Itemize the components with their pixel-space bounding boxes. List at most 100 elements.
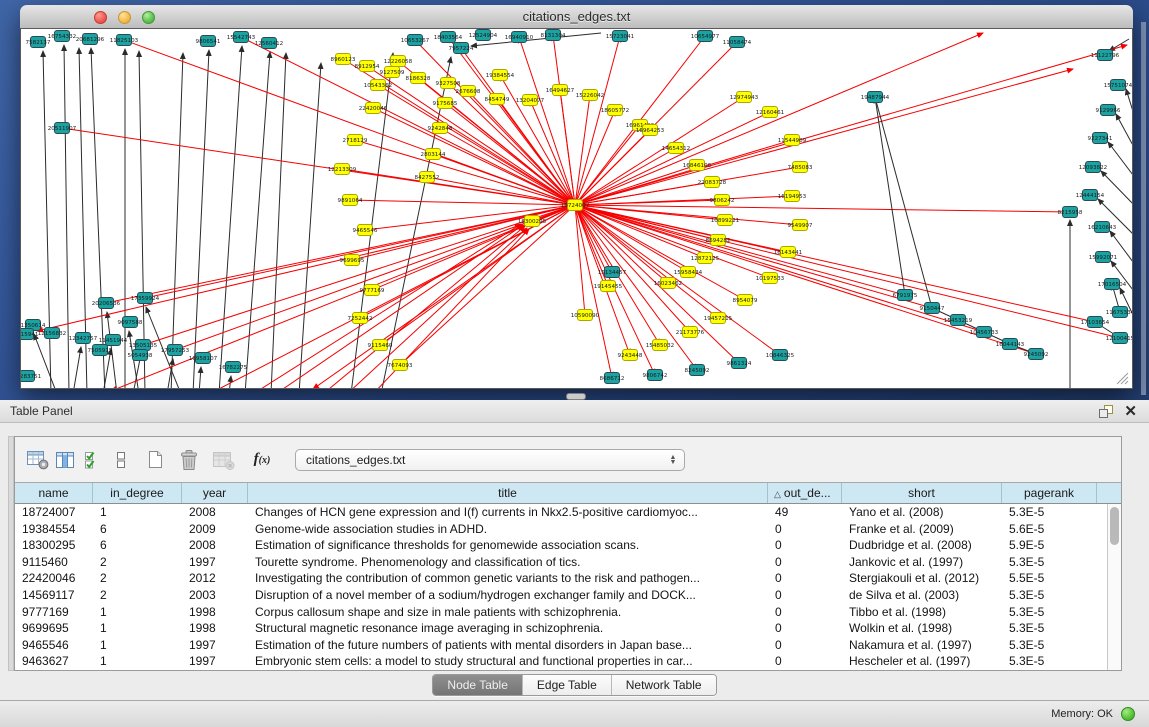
table-cell[interactable]: 9463627	[15, 653, 93, 670]
table-cell[interactable]: 9777169	[15, 604, 93, 621]
graph-node[interactable]: 2676608	[456, 86, 481, 97]
table-cell[interactable]: 18300295	[15, 537, 93, 554]
graph-node[interactable]: 8186328	[406, 73, 431, 84]
table-cell[interactable]: 2012	[182, 570, 248, 587]
graph-node[interactable]: 9806541	[196, 36, 221, 47]
graph-node[interactable]: 9227341	[1088, 133, 1113, 144]
table-cell[interactable]: 1	[93, 504, 182, 521]
table-source-selector[interactable]: citations_edges.txt ▲▼	[295, 449, 685, 471]
graph-node[interactable]: 19384554	[486, 70, 515, 81]
graph-node[interactable]: 7505915	[88, 345, 113, 356]
graph-node[interactable]: 8215958	[1058, 207, 1083, 218]
graph-node[interactable]: 6791975	[893, 290, 918, 301]
table-cell[interactable]: 0	[768, 637, 842, 654]
graph-node[interactable]: 12213309	[328, 164, 357, 175]
function-builder-button[interactable]: f(x)	[245, 446, 279, 474]
table-cell[interactable]: Changes of HCN gene expression and I(f) …	[248, 504, 768, 521]
table-row[interactable]: 1872400712008Changes of HCN gene express…	[15, 504, 1107, 521]
graph-node[interactable]: 2718129	[343, 135, 368, 146]
table-cell[interactable]: 1997	[182, 653, 248, 670]
table-cell[interactable]: Jankovic et al. (1997)	[842, 554, 1002, 571]
graph-node[interactable]: 9097588	[118, 317, 143, 328]
graph-node[interactable]: 9806742	[643, 370, 668, 381]
table-row[interactable]: 969969511998Structural magnetic resonanc…	[15, 620, 1107, 637]
graph-node[interactable]: 9127509	[380, 67, 405, 78]
table-cell[interactable]: 9699695	[15, 620, 93, 637]
table-cell[interactable]: Tourette syndrome. Phenomenology and cla…	[248, 554, 768, 571]
graph-node[interactable]: 9891064	[338, 195, 363, 206]
graph-node[interactable]: 16023462	[654, 278, 682, 289]
graph-node[interactable]: 12444154	[1076, 190, 1105, 201]
table-cell[interactable]: Investigating the contribution of common…	[248, 570, 768, 587]
table-cell[interactable]: 2003	[182, 587, 248, 604]
graph-node[interactable]: 17016504	[1098, 279, 1127, 290]
table-cell[interactable]: 5.3E-5	[1002, 587, 1097, 604]
graph-node[interactable]: 8427552	[415, 172, 440, 183]
table-cell[interactable]: 5.3E-5	[1002, 504, 1097, 521]
table-cell[interactable]: 14569117	[15, 587, 93, 604]
graph-node[interactable]: 7485083	[788, 162, 813, 173]
graph-node[interactable]: 15542743	[227, 32, 256, 43]
table-cell[interactable]: 5.3E-5	[1002, 637, 1097, 654]
table-cell[interactable]: 18724007	[15, 504, 93, 521]
table-cell[interactable]: 1998	[182, 620, 248, 637]
graph-node[interactable]: 11544909	[778, 135, 807, 146]
graph-node[interactable]: 10846325	[766, 350, 795, 361]
graph-node[interactable]: 9242848	[428, 123, 453, 134]
table-cell[interactable]: 0	[768, 604, 842, 621]
graph-node[interactable]: 15723041	[606, 31, 635, 42]
table-cell[interactable]: 5.6E-5	[1002, 521, 1097, 538]
graph-node[interactable]: 9150447	[920, 303, 945, 314]
graph-node[interactable]: 9699695	[340, 255, 365, 266]
table-cell[interactable]: 2	[93, 587, 182, 604]
graph-node[interactable]: 11825103	[110, 35, 139, 46]
graph-node[interactable]: 13204077	[516, 95, 545, 106]
graph-node[interactable]: 15485032	[646, 340, 674, 351]
table-cell[interactable]: 1	[93, 620, 182, 637]
graph-node[interactable]: 7252442	[348, 313, 373, 324]
table-row[interactable]: 946362711997Embryonic stem cells: a mode…	[15, 653, 1107, 670]
table-cell[interactable]: 2008	[182, 537, 248, 554]
table-row[interactable]: 911546021997Tourette syndrome. Phenomeno…	[15, 554, 1107, 571]
tab-network-table[interactable]: Network Table	[611, 675, 716, 695]
graph-node[interactable]: 20206536	[92, 298, 121, 309]
table-cell[interactable]: 0	[768, 620, 842, 637]
table-cell[interactable]: 0	[768, 554, 842, 571]
table-cell[interactable]: Estimation of significance thresholds fo…	[248, 537, 768, 554]
table-cell[interactable]: 1998	[182, 604, 248, 621]
graph-node[interactable]: 9861324	[727, 358, 752, 369]
graph-node[interactable]: 15751074	[1104, 80, 1132, 91]
column-header-name[interactable]: name	[15, 483, 93, 503]
graph-node[interactable]: 19487944	[861, 92, 890, 103]
table-cell[interactable]: 1	[93, 653, 182, 670]
graph-node[interactable]: 12093822	[1079, 162, 1107, 173]
table-cell[interactable]: 9465546	[15, 637, 93, 654]
graph-node[interactable]: 9243448	[618, 350, 643, 361]
graph-node[interactable]: 15992071	[1089, 252, 1118, 263]
table-row[interactable]: 1830029562008Estimation of significance …	[15, 537, 1107, 554]
graph-node[interactable]: 12524904	[469, 30, 498, 41]
table-cell[interactable]: 2	[93, 570, 182, 587]
table-cell[interactable]: 2009	[182, 521, 248, 538]
table-cell[interactable]: Estimation of the future numbers of pati…	[248, 637, 768, 654]
table-cell[interactable]: 1	[93, 604, 182, 621]
graph-node[interactable]: 16494627	[546, 85, 575, 96]
graph-node[interactable]: 15958434	[674, 267, 703, 278]
graph-node[interactable]: 16194953	[778, 191, 807, 202]
graph-node[interactable]: 20511907	[48, 123, 77, 134]
table-cell[interactable]: Yano et al. (2008)	[842, 504, 1002, 521]
table-cell[interactable]: Tibbo et al. (1998)	[842, 604, 1002, 621]
graph-node[interactable]: 16940910	[505, 32, 534, 43]
graph-node[interactable]: 16846106	[683, 160, 712, 171]
table-row[interactable]: 946554611997Estimation of the future num…	[15, 637, 1107, 654]
graph-node[interactable]: 7674093	[388, 360, 413, 371]
memory-ok-indicator[interactable]	[1121, 707, 1135, 721]
table-cell[interactable]: Corpus callosum shape and size in male p…	[248, 604, 768, 621]
graph-node[interactable]: 9327508	[436, 78, 461, 89]
graph-node[interactable]: 19145455	[594, 281, 623, 292]
graph-node[interactable]: 10654977	[691, 31, 720, 42]
graph-node[interactable]: 9549907	[788, 220, 813, 231]
table-cell[interactable]: 1997	[182, 554, 248, 571]
tab-edge-table[interactable]: Edge Table	[522, 675, 611, 695]
table-cell[interactable]: Wolkin et al. (1998)	[842, 620, 1002, 637]
